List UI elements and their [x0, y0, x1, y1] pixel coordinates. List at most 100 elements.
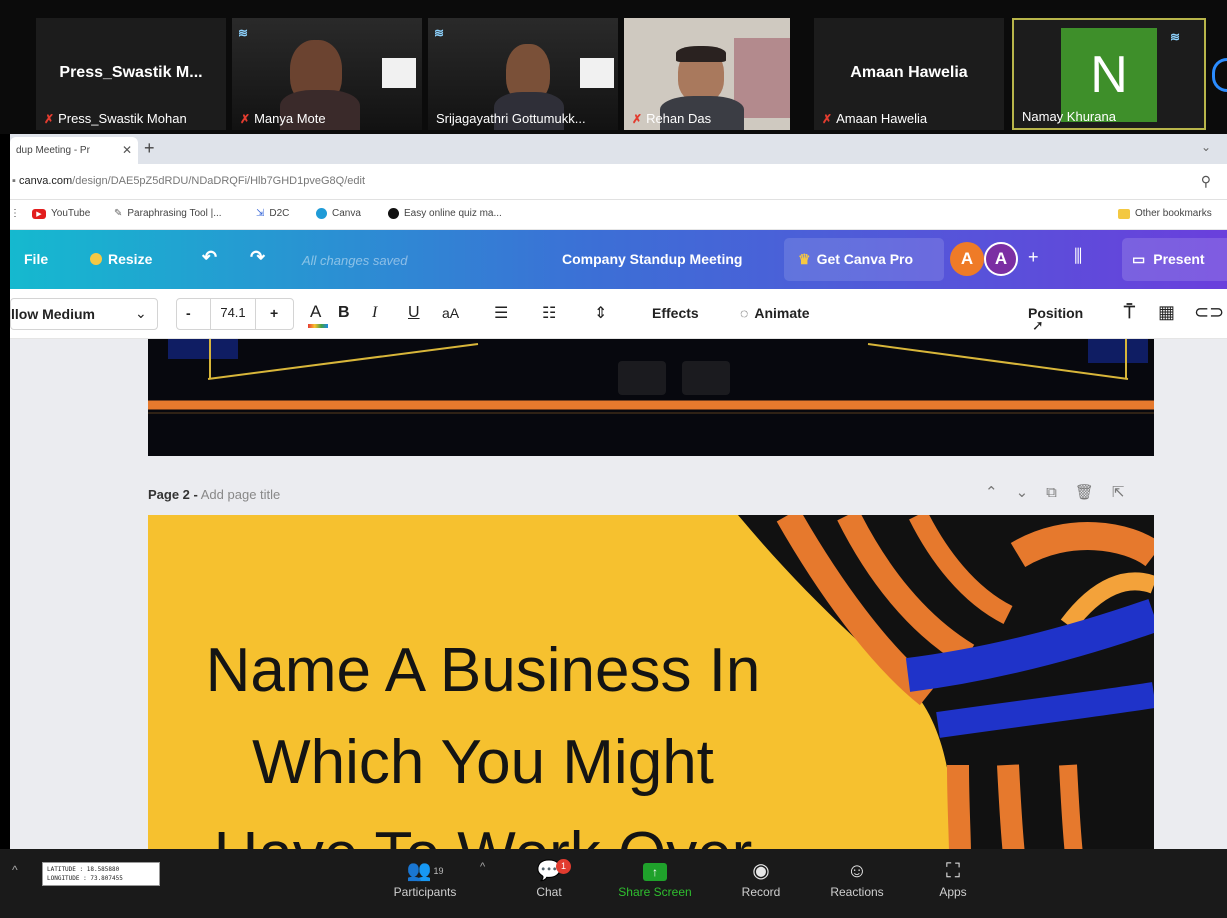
undo-icon[interactable]: ↶ [202, 247, 217, 268]
chat-button[interactable]: 💬 1 Chat [504, 857, 594, 899]
id-card-icon [382, 58, 416, 88]
mic-muted-icon: ✗ [822, 111, 833, 126]
decrease-size-button[interactable]: - [186, 305, 191, 321]
participant-tile[interactable]: ✗ Rehan Das [624, 18, 790, 130]
apps-button[interactable]: ⛶ Apps [908, 857, 998, 899]
document-title[interactable]: Company Standup Meeting [562, 251, 742, 267]
chat-badge: 1 [556, 859, 571, 874]
align-left-icon[interactable]: ☰ [494, 303, 508, 323]
url-path: /design/DAE5pZ5dRDU/NDaDRQFi/Hlb7GHD1pve… [72, 175, 366, 187]
file-menu[interactable]: File [24, 251, 48, 267]
redo-icon[interactable]: ↷ [250, 247, 265, 268]
record-button[interactable]: ◉ Record [716, 857, 806, 899]
participant-tile[interactable]: Amaan Hawelia ✗ Amaan Hawelia [814, 18, 1004, 130]
add-page-title-input[interactable]: Add page title [201, 487, 281, 502]
chat-bubble-icon: 💬 [536, 860, 562, 882]
present-button[interactable]: ▭ Present [1122, 238, 1227, 281]
next-page-arrow-icon[interactable] [1212, 58, 1227, 92]
bold-icon[interactable]: B [338, 304, 350, 322]
tab-title: dup Meeting - Pr [16, 145, 90, 156]
share-screen-button[interactable]: ↑ Share Screen [610, 857, 700, 899]
animate-button[interactable]: ◌ Animate [740, 305, 810, 321]
line-spacing-icon[interactable]: ⇕ [594, 303, 607, 323]
location-sticker: LATITUDE : 18.585880 LONGITUDE : 73.8074… [42, 862, 160, 886]
bookmark-quiz[interactable]: Easy online quiz ma... [388, 208, 502, 219]
bookmark-youtube[interactable]: ▶ YouTube [32, 208, 90, 219]
add-page-icon[interactable]: ⇱ [1112, 484, 1143, 501]
participants-icon: 👥 [406, 860, 432, 882]
participant-display-name: Amaan Hawelia [850, 64, 968, 81]
page-2-header: Page 2 - Add page title [148, 487, 280, 502]
italic-icon[interactable]: I [372, 304, 377, 322]
resize-button[interactable]: Resize [90, 251, 152, 267]
bookmark-paraphrasing[interactable]: ✎ Paraphrasing Tool |... [114, 208, 222, 219]
canva-icon [316, 208, 327, 219]
duplicate-page-icon[interactable]: ⧉ [1046, 484, 1075, 501]
new-tab-plus-icon[interactable]: + [144, 138, 155, 159]
save-status: All changes saved [302, 253, 408, 268]
font-size-input[interactable]: 74.1 [210, 298, 256, 330]
record-icon: ◉ [752, 860, 770, 882]
animate-icon: ◌ [740, 305, 749, 321]
chevron-down-icon[interactable]: ⌄ [1016, 484, 1047, 501]
bulleted-list-icon[interactable]: ☷ [542, 303, 556, 323]
participant-name: Namay Khurana [1022, 109, 1116, 124]
pen-icon: ✎ [114, 208, 123, 219]
mic-muted-icon: ✗ [240, 111, 251, 126]
participant-name: Amaan Hawelia [836, 111, 928, 126]
transparency-icon[interactable]: ▦ [1158, 302, 1175, 323]
get-canva-pro-button[interactable]: ♛ Get Canva Pro [784, 238, 944, 281]
chevron-up-icon[interactable]: ⌃ [985, 484, 1016, 501]
participant-name: Srijagayathri Gottumukk... [436, 111, 586, 126]
font-family-select[interactable]: llow Medium ⌄ [10, 298, 158, 330]
add-collaborator-icon[interactable]: + [1028, 247, 1039, 268]
participant-tile[interactable]: Press_Swastik M... ✗ Press_Swastik Mohan [36, 18, 226, 130]
letter-case-button[interactable]: aA [442, 305, 459, 321]
delete-page-icon[interactable]: 🗑 [1075, 484, 1112, 501]
participants-button[interactable]: 👥 19 Participants [380, 857, 470, 899]
paint-roller-icon[interactable]: ⍑ [1124, 302, 1135, 323]
slide-headline[interactable]: Name A Business In Which You Might Have … [148, 625, 818, 849]
avatar[interactable]: A [984, 242, 1018, 276]
address-bar[interactable]: ▪ canva.com/design/DAE5pZ5dRDU/NDaDRQFi/… [10, 164, 1227, 200]
browser-tab-strip: dup Meeting - Pr ✕ + ⌄ [10, 134, 1227, 164]
page-label: Page 2 - [148, 487, 198, 502]
increase-size-button[interactable]: + [270, 305, 278, 321]
bookmark-d2c[interactable]: ⇲ D2C [256, 208, 289, 219]
mic-muted-icon: ✗ [632, 111, 643, 126]
text-color-swatch [308, 324, 328, 328]
present-screen-icon: ▭ [1132, 251, 1146, 267]
reactions-button[interactable]: ☺ Reactions [812, 857, 902, 899]
url-host: canva.com [18, 175, 73, 187]
page-1-thumbnail[interactable] [148, 339, 1154, 456]
browser-tab-active[interactable]: dup Meeting - Pr ✕ [10, 137, 138, 164]
smiley-plus-icon: ☺ [846, 860, 868, 882]
page-tools: ⌃⌄⧉🗑⇱ [985, 483, 1143, 501]
folder-icon [1118, 208, 1130, 219]
youtube-icon: ▶ [32, 208, 46, 219]
crown-icon [90, 253, 102, 265]
text-color-icon[interactable]: A [310, 302, 321, 322]
canva-header: File Resize ↶ ↷ All changes saved Compan… [10, 230, 1227, 289]
effects-button[interactable]: Effects [652, 305, 699, 321]
underline-icon[interactable]: U [408, 304, 420, 322]
chevron-up-icon[interactable]: ^ [12, 863, 18, 877]
close-icon[interactable]: ✕ [122, 143, 132, 157]
participant-tile-active[interactable]: N ≋ Namay Khurana [1012, 18, 1206, 130]
avatar[interactable]: A [950, 242, 984, 276]
search-icon[interactable]: ⚲ [1201, 173, 1211, 190]
mic-muted-icon: ✗ [44, 111, 55, 126]
id-card-icon [580, 58, 614, 88]
chevron-down-icon[interactable]: ⌄ [1201, 140, 1211, 154]
bookmark-other[interactable]: Other bookmarks [1118, 208, 1212, 219]
participant-tile[interactable]: ≋ ✗ Manya Mote [232, 18, 422, 130]
page-2-slide[interactable]: Name A Business In Which You Might Have … [148, 515, 1154, 849]
chevron-down-icon: ⌄ [135, 305, 147, 321]
bookmark-canva[interactable]: Canva [316, 208, 361, 219]
participant-tile[interactable]: ≋ Srijagayathri Gottumukk... [428, 18, 618, 130]
link-icon[interactable]: ⊂⊃ [1194, 302, 1224, 323]
participant-name: Rehan Das [646, 111, 712, 126]
insights-chart-icon[interactable]: ⫼ [1074, 246, 1082, 267]
apps-icon[interactable]: ⋮ [10, 208, 20, 219]
chevron-up-icon[interactable]: ^ [480, 861, 485, 873]
